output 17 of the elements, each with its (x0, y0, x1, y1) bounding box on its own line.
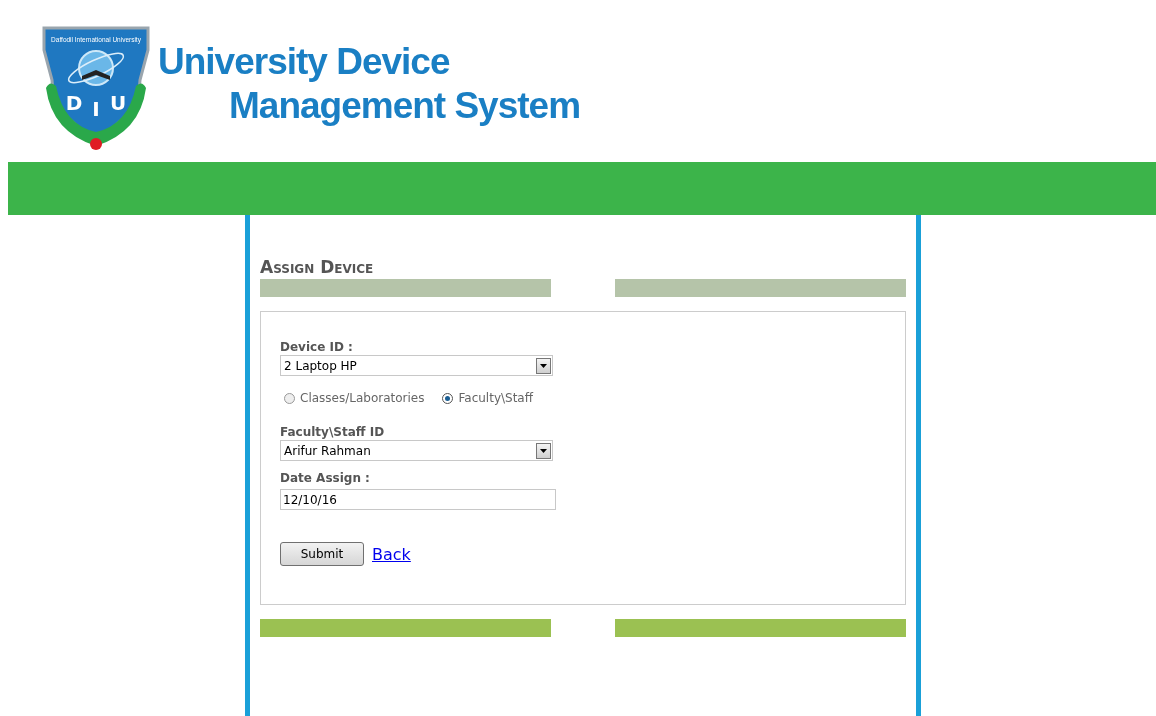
radio-button[interactable] (442, 392, 454, 404)
site-title: Management System (228, 84, 581, 128)
site-title: University Device (158, 40, 451, 84)
back-link[interactable]: Back (372, 544, 411, 566)
submit-button[interactable]: Submit (280, 542, 364, 566)
radio-option[interactable]: Classes/Laboratories (284, 389, 425, 407)
device-select[interactable]: 2 Laptop HP (280, 355, 553, 376)
staff-select[interactable]: Arifur Rahman (280, 440, 553, 461)
field-label: Faculty\Staff ID (280, 424, 385, 440)
dropdown-caret-icon (536, 357, 551, 374)
field-label: Date Assign : (280, 470, 370, 486)
date-input-field[interactable]: 12/10/16 (280, 489, 556, 510)
radio-option[interactable]: Faculty\Staff (442, 389, 533, 407)
page-heading: Assign Device (260, 257, 374, 277)
dropdown-caret-icon (536, 442, 551, 459)
radio-button[interactable] (284, 392, 295, 404)
field-label: Device ID : (280, 339, 353, 355)
